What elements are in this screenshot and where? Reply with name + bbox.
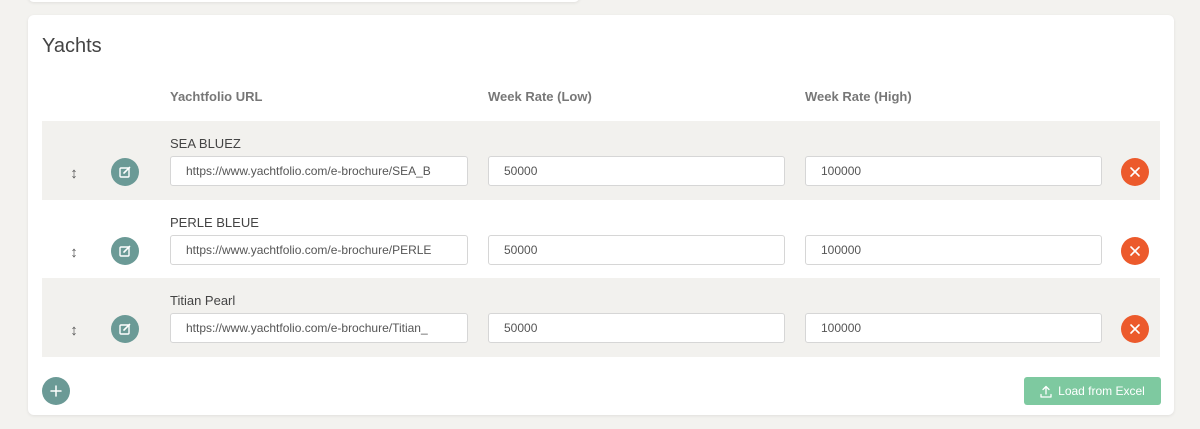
close-icon — [1130, 246, 1140, 256]
load-from-excel-button[interactable]: Load from Excel — [1024, 377, 1161, 405]
yacht-name: SEA BLUEZ — [170, 136, 241, 151]
edit-button[interactable] — [111, 237, 139, 265]
plus-icon — [50, 385, 62, 397]
edit-button[interactable] — [111, 158, 139, 186]
yachtfolio-url-input[interactable] — [170, 313, 468, 343]
drag-handle-icon[interactable]: ↕ — [68, 242, 80, 262]
edit-button[interactable] — [111, 315, 139, 343]
drag-handle-icon[interactable]: ↕ — [68, 163, 80, 183]
section-title: Yachts — [42, 35, 102, 57]
delete-row-button[interactable] — [1121, 315, 1149, 343]
week-rate-low-input[interactable] — [488, 235, 785, 265]
yacht-row: Titian Pearl ↕ — [42, 278, 1160, 357]
drag-handle-icon[interactable]: ↕ — [68, 320, 80, 340]
edit-icon — [119, 323, 131, 335]
delete-row-button[interactable] — [1121, 158, 1149, 186]
week-rate-high-input[interactable] — [805, 235, 1102, 265]
week-rate-high-input[interactable] — [805, 313, 1102, 343]
yachtfolio-url-input[interactable] — [170, 156, 468, 186]
week-rate-low-input[interactable] — [488, 313, 785, 343]
week-rate-high-input[interactable] — [805, 156, 1102, 186]
yachts-card: Yachts Yachtfolio URL Week Rate (Low) We… — [28, 15, 1174, 415]
yacht-row: PERLE BLEUE ↕ — [42, 200, 1160, 279]
yachtfolio-url-input[interactable] — [170, 235, 468, 265]
column-header-week-low: Week Rate (Low) — [488, 89, 592, 104]
week-rate-low-input[interactable] — [488, 156, 785, 186]
edit-icon — [119, 166, 131, 178]
delete-row-button[interactable] — [1121, 237, 1149, 265]
edit-icon — [119, 245, 131, 257]
load-from-excel-label: Load from Excel — [1058, 384, 1145, 398]
add-yacht-button[interactable] — [42, 377, 70, 405]
column-header-url: Yachtfolio URL — [170, 89, 263, 104]
upload-icon — [1040, 385, 1052, 398]
yacht-name: Titian Pearl — [170, 293, 236, 308]
yacht-row: SEA BLUEZ ↕ — [42, 121, 1160, 200]
yacht-name: PERLE BLEUE — [170, 215, 259, 230]
close-icon — [1130, 324, 1140, 334]
column-header-week-high: Week Rate (High) — [805, 89, 912, 104]
previous-card-edge — [28, 0, 580, 2]
close-icon — [1130, 167, 1140, 177]
